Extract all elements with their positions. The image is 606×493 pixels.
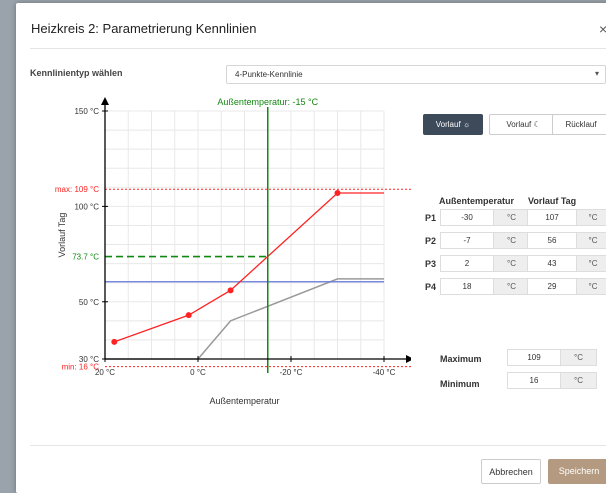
data-point bbox=[111, 338, 118, 345]
footer-divider bbox=[30, 445, 606, 446]
header-outside-temp: Außentemperatur bbox=[439, 196, 515, 206]
point-label: P1 bbox=[425, 213, 437, 223]
point-flow-unit: °C bbox=[577, 255, 606, 272]
x-axis-title: Außentemperatur bbox=[209, 396, 279, 406]
tab-vorlauf-tag[interactable]: Vorlauf ☼ bbox=[423, 114, 483, 135]
y-axis-arrow bbox=[101, 97, 109, 105]
x-tick-label: -20 °C bbox=[280, 368, 303, 377]
close-icon[interactable]: × bbox=[599, 21, 606, 37]
point-outside-input[interactable]: -7 bbox=[440, 232, 494, 249]
point-outside-unit: °C bbox=[494, 255, 530, 272]
point-outside-unit: °C bbox=[494, 278, 530, 295]
maximum-input[interactable]: 109 bbox=[507, 349, 561, 366]
point-flow-input[interactable]: 43 bbox=[527, 255, 577, 272]
kennlinie-label: Kennlinientyp wählen bbox=[30, 68, 123, 78]
y-tick-label: 150 °C bbox=[74, 107, 99, 116]
y-axis-title: Vorlauf Tag bbox=[57, 213, 67, 258]
min-annotation: min: 16 °C bbox=[62, 363, 100, 372]
point-outside-unit: °C bbox=[494, 232, 530, 249]
max-annotation: max: 109 °C bbox=[55, 185, 99, 194]
y-tick-label: 50 °C bbox=[79, 298, 99, 307]
outside-temp-annotation: Außentemperatur: -15 °C bbox=[217, 97, 318, 107]
point-flow-input[interactable]: 56 bbox=[527, 232, 577, 249]
header-flow-day: Vorlauf Tag bbox=[528, 196, 577, 206]
cancel-button[interactable]: Abbrechen bbox=[481, 459, 541, 484]
point-outside-input[interactable]: -30 bbox=[440, 209, 494, 226]
minimum-label: Minimum bbox=[440, 379, 480, 389]
tab-vorlauf-nacht[interactable]: Vorlauf ☾ bbox=[489, 114, 558, 135]
data-point bbox=[334, 190, 341, 197]
x-axis-arrow bbox=[406, 355, 411, 363]
point-flow-unit: °C bbox=[577, 209, 606, 226]
point-label: P3 bbox=[425, 259, 437, 269]
chevron-down-icon: ▾ bbox=[594, 69, 599, 78]
point-outside-unit: °C bbox=[494, 209, 530, 226]
point-flow-unit: °C bbox=[577, 232, 606, 249]
point-label: P4 bbox=[425, 282, 437, 292]
header-divider bbox=[30, 48, 606, 49]
point-flow-input[interactable]: 107 bbox=[527, 209, 577, 226]
maximum-label: Maximum bbox=[440, 354, 482, 364]
save-button[interactable]: Speichern bbox=[548, 459, 606, 484]
point-flow-input[interactable]: 29 bbox=[527, 278, 577, 295]
tab-ruecklauf[interactable]: Rücklauf bbox=[552, 114, 606, 135]
series-line-curve bbox=[114, 192, 384, 343]
x-tick-label: -40 °C bbox=[373, 368, 396, 377]
point-outside-input[interactable]: 2 bbox=[440, 255, 494, 272]
chart: 20 °C 0 °C -20 °C -40 °C30 °C50 °C100 °C150… bbox=[55, 97, 411, 406]
minimum-unit: °C bbox=[561, 372, 597, 389]
maximum-unit: °C bbox=[561, 349, 597, 366]
dialog: Heizkreis 2: Parametrierung Kennlinien ×… bbox=[16, 3, 606, 493]
point-outside-input[interactable]: 18 bbox=[440, 278, 494, 295]
data-point bbox=[227, 287, 234, 294]
minimum-input[interactable]: 16 bbox=[507, 372, 561, 389]
dialog-title: Heizkreis 2: Parametrierung Kennlinien bbox=[31, 21, 257, 36]
x-tick-label: 0 °C bbox=[190, 368, 206, 377]
data-point bbox=[185, 312, 192, 319]
y-tick-label: 100 °C bbox=[74, 202, 99, 211]
current-flow-annotation: 73.7 °C bbox=[72, 253, 99, 262]
kennlinie-selected: 4-Punkte-Kennlinie bbox=[235, 70, 303, 79]
chart-grid bbox=[104, 110, 385, 360]
point-flow-unit: °C bbox=[577, 278, 606, 295]
point-label: P2 bbox=[425, 236, 437, 246]
kennlinie-select[interactable]: 4-Punkte-Kennlinie ▾ bbox=[226, 65, 606, 84]
